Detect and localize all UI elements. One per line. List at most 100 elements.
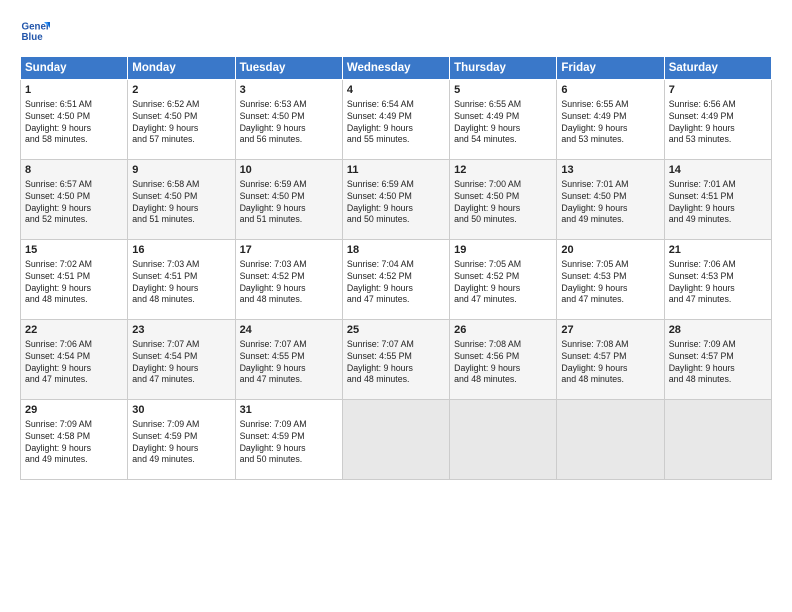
day-info: Sunrise: 7:09 AM (669, 339, 767, 351)
day-number: 28 (669, 323, 767, 338)
day-info: Sunset: 4:49 PM (454, 111, 552, 123)
calendar-cell: 19Sunrise: 7:05 AMSunset: 4:52 PMDayligh… (450, 240, 557, 320)
day-info: and 47 minutes. (347, 294, 445, 306)
day-info: and 50 minutes. (347, 214, 445, 226)
day-info: Sunrise: 7:09 AM (25, 419, 123, 431)
calendar-cell: 10Sunrise: 6:59 AMSunset: 4:50 PMDayligh… (235, 160, 342, 240)
day-info: and 52 minutes. (25, 214, 123, 226)
day-info: and 50 minutes. (240, 454, 338, 466)
calendar-cell: 21Sunrise: 7:06 AMSunset: 4:53 PMDayligh… (664, 240, 771, 320)
day-info: Daylight: 9 hours (132, 203, 230, 215)
day-number: 15 (25, 243, 123, 258)
day-number: 30 (132, 403, 230, 418)
calendar-cell (557, 400, 664, 480)
day-info: and 56 minutes. (240, 134, 338, 146)
day-info: Sunrise: 7:01 AM (561, 179, 659, 191)
day-info: Daylight: 9 hours (669, 283, 767, 295)
calendar-cell: 17Sunrise: 7:03 AMSunset: 4:52 PMDayligh… (235, 240, 342, 320)
day-number: 6 (561, 83, 659, 98)
day-number: 7 (669, 83, 767, 98)
day-info: Daylight: 9 hours (454, 123, 552, 135)
calendar-cell: 5Sunrise: 6:55 AMSunset: 4:49 PMDaylight… (450, 80, 557, 160)
day-info: Sunset: 4:53 PM (561, 271, 659, 283)
day-number: 25 (347, 323, 445, 338)
week-row-2: 8Sunrise: 6:57 AMSunset: 4:50 PMDaylight… (21, 160, 772, 240)
day-number: 8 (25, 163, 123, 178)
day-info: Daylight: 9 hours (561, 283, 659, 295)
calendar-cell: 13Sunrise: 7:01 AMSunset: 4:50 PMDayligh… (557, 160, 664, 240)
day-info: and 47 minutes. (561, 294, 659, 306)
calendar-cell: 4Sunrise: 6:54 AMSunset: 4:49 PMDaylight… (342, 80, 449, 160)
weekday-header-thursday: Thursday (450, 57, 557, 80)
day-info: Daylight: 9 hours (561, 203, 659, 215)
day-info: Sunrise: 7:08 AM (561, 339, 659, 351)
day-info: and 47 minutes. (240, 374, 338, 386)
day-info: Sunrise: 6:56 AM (669, 99, 767, 111)
weekday-header-friday: Friday (557, 57, 664, 80)
day-number: 31 (240, 403, 338, 418)
day-info: Sunset: 4:52 PM (347, 271, 445, 283)
day-number: 11 (347, 163, 445, 178)
day-info: and 58 minutes. (25, 134, 123, 146)
day-number: 10 (240, 163, 338, 178)
day-info: Sunrise: 7:07 AM (240, 339, 338, 351)
day-number: 3 (240, 83, 338, 98)
calendar-cell: 20Sunrise: 7:05 AMSunset: 4:53 PMDayligh… (557, 240, 664, 320)
day-info: Sunset: 4:59 PM (240, 431, 338, 443)
day-info: Daylight: 9 hours (454, 283, 552, 295)
day-info: Daylight: 9 hours (240, 363, 338, 375)
day-info: Sunset: 4:56 PM (454, 351, 552, 363)
day-info: Sunset: 4:50 PM (132, 191, 230, 203)
week-row-1: 1Sunrise: 6:51 AMSunset: 4:50 PMDaylight… (21, 80, 772, 160)
day-info: Sunrise: 7:04 AM (347, 259, 445, 271)
week-row-5: 29Sunrise: 7:09 AMSunset: 4:58 PMDayligh… (21, 400, 772, 480)
day-info: Sunrise: 7:09 AM (240, 419, 338, 431)
weekday-header-tuesday: Tuesday (235, 57, 342, 80)
calendar-cell: 28Sunrise: 7:09 AMSunset: 4:57 PMDayligh… (664, 320, 771, 400)
day-info: Sunrise: 6:55 AM (454, 99, 552, 111)
day-info: Sunrise: 6:51 AM (25, 99, 123, 111)
day-info: Sunset: 4:52 PM (454, 271, 552, 283)
calendar-cell (664, 400, 771, 480)
day-info: and 48 minutes. (347, 374, 445, 386)
day-info: Daylight: 9 hours (669, 123, 767, 135)
day-info: Sunset: 4:50 PM (240, 111, 338, 123)
day-info: Sunset: 4:57 PM (561, 351, 659, 363)
day-info: and 49 minutes. (561, 214, 659, 226)
calendar-cell: 16Sunrise: 7:03 AMSunset: 4:51 PMDayligh… (128, 240, 235, 320)
day-info: and 48 minutes. (25, 294, 123, 306)
day-info: Sunset: 4:52 PM (240, 271, 338, 283)
day-info: Sunset: 4:55 PM (240, 351, 338, 363)
day-info: and 47 minutes. (669, 294, 767, 306)
day-number: 21 (669, 243, 767, 258)
calendar-cell: 29Sunrise: 7:09 AMSunset: 4:58 PMDayligh… (21, 400, 128, 480)
day-number: 4 (347, 83, 445, 98)
day-info: Sunrise: 6:58 AM (132, 179, 230, 191)
calendar-cell: 8Sunrise: 6:57 AMSunset: 4:50 PMDaylight… (21, 160, 128, 240)
day-info: Sunset: 4:49 PM (669, 111, 767, 123)
day-info: Sunrise: 6:55 AM (561, 99, 659, 111)
day-info: Sunset: 4:59 PM (132, 431, 230, 443)
day-info: Sunset: 4:50 PM (132, 111, 230, 123)
day-info: Sunrise: 6:59 AM (240, 179, 338, 191)
calendar-cell: 30Sunrise: 7:09 AMSunset: 4:59 PMDayligh… (128, 400, 235, 480)
calendar-cell: 7Sunrise: 6:56 AMSunset: 4:49 PMDaylight… (664, 80, 771, 160)
day-info: Sunrise: 7:06 AM (25, 339, 123, 351)
day-info: Daylight: 9 hours (25, 203, 123, 215)
day-number: 23 (132, 323, 230, 338)
calendar-cell: 26Sunrise: 7:08 AMSunset: 4:56 PMDayligh… (450, 320, 557, 400)
calendar-cell: 25Sunrise: 7:07 AMSunset: 4:55 PMDayligh… (342, 320, 449, 400)
day-info: Sunset: 4:50 PM (25, 191, 123, 203)
day-info: Sunset: 4:49 PM (347, 111, 445, 123)
day-info: Sunrise: 7:03 AM (240, 259, 338, 271)
day-info: and 48 minutes. (132, 294, 230, 306)
day-info: Sunrise: 6:53 AM (240, 99, 338, 111)
day-info: and 48 minutes. (454, 374, 552, 386)
day-info: Daylight: 9 hours (561, 123, 659, 135)
day-info: Sunrise: 7:08 AM (454, 339, 552, 351)
day-info: Daylight: 9 hours (25, 443, 123, 455)
day-info: and 55 minutes. (347, 134, 445, 146)
day-info: Sunrise: 7:09 AM (132, 419, 230, 431)
day-number: 26 (454, 323, 552, 338)
day-info: Daylight: 9 hours (240, 283, 338, 295)
